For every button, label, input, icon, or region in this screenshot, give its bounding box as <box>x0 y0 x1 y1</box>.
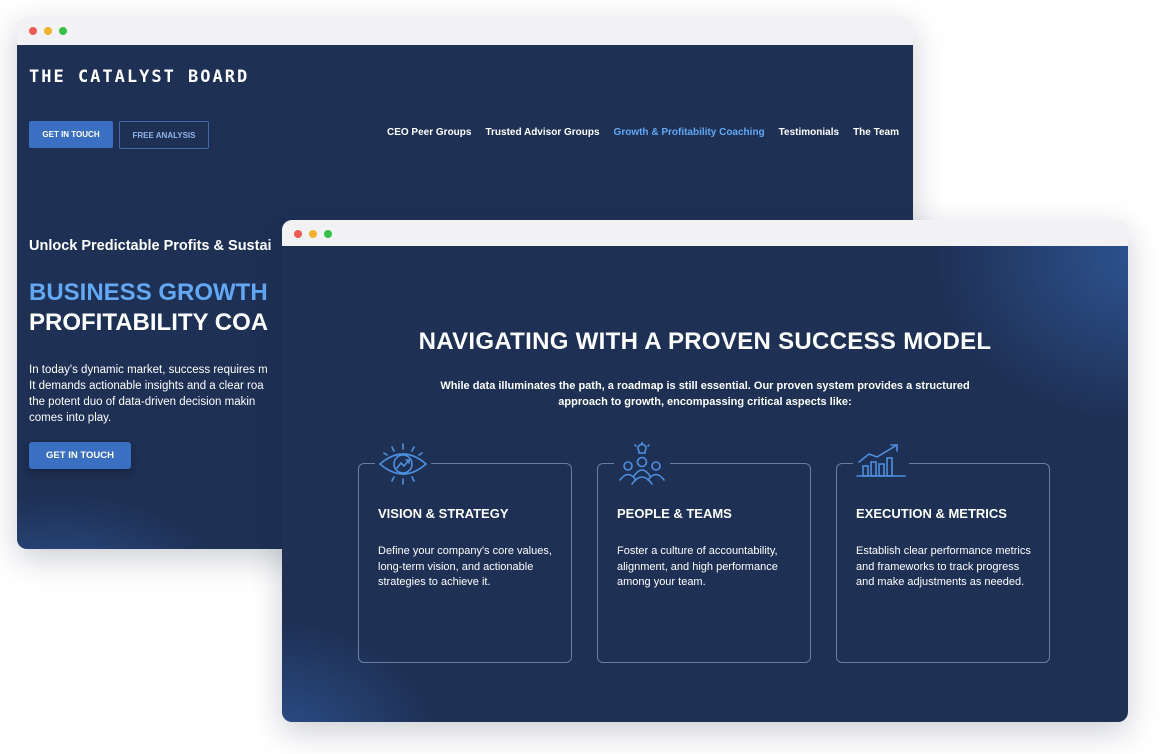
card-vision-strategy: VISION & STRATEGY Define your company's … <box>358 442 572 663</box>
card-people-teams: PEOPLE & TEAMS Foster a culture of accou… <box>597 441 811 663</box>
card-title: PEOPLE & TEAMS <box>617 506 732 521</box>
team-idea-icon <box>614 441 670 486</box>
front-browser-window: NAVIGATING WITH A PROVEN SUCCESS MODEL W… <box>282 220 1128 722</box>
eye-growth-icon <box>375 442 431 486</box>
nav-item-growth-profitability-coaching[interactable]: Growth & Profitability Coaching <box>614 127 765 138</box>
nav-item-the-team[interactable]: The Team <box>853 127 899 138</box>
main-nav: CEO Peer Groups Trusted Advisor Groups G… <box>387 127 899 138</box>
maximize-window-dot[interactable] <box>324 230 332 238</box>
bar-chart-growth-icon <box>853 442 909 486</box>
nav-item-trusted-advisor-groups[interactable]: Trusted Advisor Groups <box>485 127 599 138</box>
card-body: Foster a culture of accountability, alig… <box>617 545 778 588</box>
hero-title-line2: PROFITABILITY COA <box>29 309 269 336</box>
get-in-touch-button[interactable]: GET IN TOUCH <box>29 121 113 148</box>
minimize-window-dot[interactable] <box>44 27 52 35</box>
free-analysis-button[interactable]: FREE ANALYSIS <box>119 121 209 149</box>
close-window-dot[interactable] <box>29 27 37 35</box>
section-title: NAVIGATING WITH A PROVEN SUCCESS MODEL <box>418 328 992 355</box>
hero-get-in-touch-button[interactable]: GET IN TOUCH <box>29 442 131 469</box>
browser-chrome <box>282 220 1128 246</box>
hero-title-line1: BUSINESS GROWTH <box>29 279 268 306</box>
hero-title: BUSINESS GROWTH PROFITABILITY COA <box>29 278 268 338</box>
nav-item-testimonials[interactable]: Testimonials <box>779 127 839 138</box>
card-body: Establish clear performance metrics and … <box>856 545 1031 588</box>
nav-item-ceo-peer-groups[interactable]: CEO Peer Groups <box>387 127 471 138</box>
minimize-window-dot[interactable] <box>309 230 317 238</box>
card-title: VISION & STRATEGY <box>378 506 509 521</box>
browser-chrome <box>17 17 913 45</box>
close-window-dot[interactable] <box>294 230 302 238</box>
page-content: NAVIGATING WITH A PROVEN SUCCESS MODEL W… <box>282 246 1128 722</box>
hero-eyebrow: Unlock Predictable Profits & Sustai <box>29 238 272 254</box>
card-title: EXECUTION & METRICS <box>856 506 1007 521</box>
site-logo[interactable]: THE CATALYST BOARD <box>29 67 249 87</box>
card-body: Define your company's core values, long-… <box>378 545 552 588</box>
maximize-window-dot[interactable] <box>59 27 67 35</box>
card-execution-metrics: EXECUTION & METRICS Establish clear perf… <box>836 442 1050 663</box>
section-subtitle: While data illuminates the path, a roadm… <box>440 380 970 408</box>
